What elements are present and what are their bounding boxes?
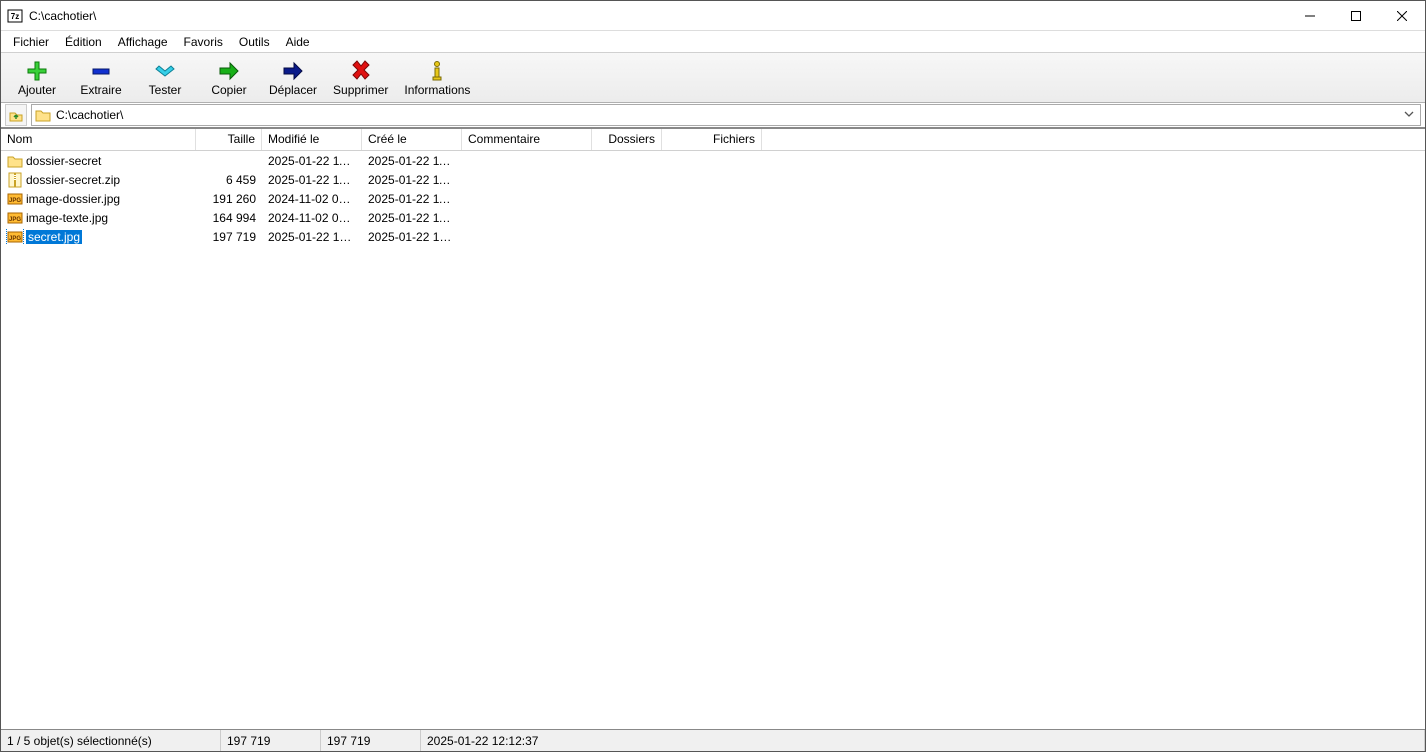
svg-text:JPG: JPG	[9, 236, 21, 242]
status-size2: 197 719	[321, 730, 421, 751]
test-button[interactable]: Tester	[133, 55, 197, 101]
status-datetime: 2025-01-22 12:12:37	[421, 730, 1425, 751]
col-folders[interactable]: Dossiers	[592, 129, 662, 150]
col-files[interactable]: Fichiers	[662, 129, 762, 150]
address-bar: C:\cachotier\	[1, 103, 1425, 129]
zip-icon	[7, 172, 23, 188]
file-created: 2025-01-22 11:47	[362, 173, 462, 187]
delete-label: Supprimer	[333, 83, 388, 97]
file-name: secret.jpg	[26, 230, 82, 244]
file-modified: 2024-11-02 08:55	[262, 211, 362, 225]
arrow-right-blue-icon	[281, 59, 305, 83]
app-icon: 7z	[7, 8, 23, 24]
status-bar: 1 / 5 objet(s) sélectionné(s) 197 719 19…	[1, 729, 1425, 751]
info-button[interactable]: Informations	[396, 55, 478, 101]
extract-label: Extraire	[80, 83, 121, 97]
maximize-button[interactable]	[1333, 1, 1379, 31]
minimize-button[interactable]	[1287, 1, 1333, 31]
menu-favoris[interactable]: Favoris	[176, 33, 231, 51]
file-modified: 2024-11-02 08:54	[262, 192, 362, 206]
file-size: 197 719	[196, 230, 262, 244]
file-name: image-dossier.jpg	[26, 192, 120, 206]
jpg-icon: JPG	[7, 210, 23, 226]
test-label: Tester	[149, 83, 182, 97]
add-button[interactable]: Ajouter	[5, 55, 69, 101]
file-row[interactable]: JPG image-dossier.jpg 191 2602024-11-02 08…	[1, 189, 1425, 208]
jpg-icon: JPG	[7, 191, 23, 207]
jpg-icon: JPG	[7, 229, 23, 245]
menu-bar: Fichier Édition Affichage Favoris Outils…	[1, 31, 1425, 53]
status-selection: 1 / 5 objet(s) sélectionné(s)	[1, 730, 221, 751]
window-title: C:\cachotier\	[29, 9, 96, 23]
menu-edition[interactable]: Édition	[57, 33, 110, 51]
menu-outils[interactable]: Outils	[231, 33, 278, 51]
title-bar: 7z C:\cachotier\	[1, 1, 1425, 31]
add-label: Ajouter	[18, 83, 56, 97]
close-button[interactable]	[1379, 1, 1425, 31]
move-label: Déplacer	[269, 83, 317, 97]
file-list[interactable]: dossier-secret2025-01-22 11:092025-01-22…	[1, 151, 1425, 729]
move-button[interactable]: Déplacer	[261, 55, 325, 101]
path-combobox[interactable]: C:\cachotier\	[31, 104, 1421, 126]
arrow-right-green-icon	[217, 59, 241, 83]
file-created: 2025-01-22 11:09	[362, 211, 462, 225]
delete-button[interactable]: Supprimer	[325, 55, 396, 101]
info-icon	[425, 59, 449, 83]
file-row[interactable]: JPGsecret.jpg197 7192025-01-22 12:122025…	[1, 227, 1425, 246]
file-created: 2025-01-22 12:12	[362, 230, 462, 244]
status-size1: 197 719	[221, 730, 321, 751]
path-text: C:\cachotier\	[56, 108, 1400, 122]
minus-icon	[89, 59, 113, 83]
col-comment[interactable]: Commentaire	[462, 129, 592, 150]
copy-button[interactable]: Copier	[197, 55, 261, 101]
file-name: dossier-secret.zip	[26, 173, 120, 187]
copy-label: Copier	[211, 83, 246, 97]
menu-aide[interactable]: Aide	[278, 33, 318, 51]
file-modified: 2025-01-22 12:12	[262, 230, 362, 244]
menu-fichier[interactable]: Fichier	[5, 33, 57, 51]
file-row[interactable]: dossier-secret.zip6 4592025-01-22 11:472…	[1, 170, 1425, 189]
svg-text:JPG: JPG	[9, 198, 21, 204]
plus-icon	[25, 59, 49, 83]
extract-button[interactable]: Extraire	[69, 55, 133, 101]
info-label: Informations	[404, 83, 470, 97]
col-modified[interactable]: Modifié le	[262, 129, 362, 150]
up-button[interactable]	[5, 104, 27, 126]
folder-icon	[7, 153, 23, 169]
file-modified: 2025-01-22 11:47	[262, 173, 362, 187]
svg-text:7z: 7z	[11, 12, 19, 21]
file-row[interactable]: dossier-secret 2025-01-22 11:092025-01-22…	[1, 151, 1425, 170]
x-icon	[349, 59, 373, 83]
file-created: 2025-01-22 11:09	[362, 154, 462, 168]
column-headers: Nom Taille Modifié le Créé le Commentair…	[1, 129, 1425, 151]
file-created: 2025-01-22 11:09	[362, 192, 462, 206]
file-row[interactable]: JPG image-texte.jpg 164 9942024-11-02 08:5…	[1, 208, 1425, 227]
chevron-down-icon[interactable]	[1400, 108, 1418, 122]
col-created[interactable]: Créé le	[362, 129, 462, 150]
file-name: image-texte.jpg	[26, 211, 108, 225]
svg-text:JPG: JPG	[9, 217, 21, 223]
file-name: dossier-secret	[26, 154, 101, 168]
file-size: 164 994	[196, 211, 262, 225]
file-size: 6 459	[196, 173, 262, 187]
col-size[interactable]: Taille	[196, 129, 262, 150]
folder-icon	[34, 107, 52, 123]
col-name[interactable]: Nom	[1, 129, 196, 150]
check-icon	[153, 59, 177, 83]
file-modified: 2025-01-22 11:09	[262, 154, 362, 168]
file-size: 191 260	[196, 192, 262, 206]
toolbar: Ajouter Extraire Tester Copier Déplacer …	[1, 53, 1425, 103]
menu-affichage[interactable]: Affichage	[110, 33, 176, 51]
